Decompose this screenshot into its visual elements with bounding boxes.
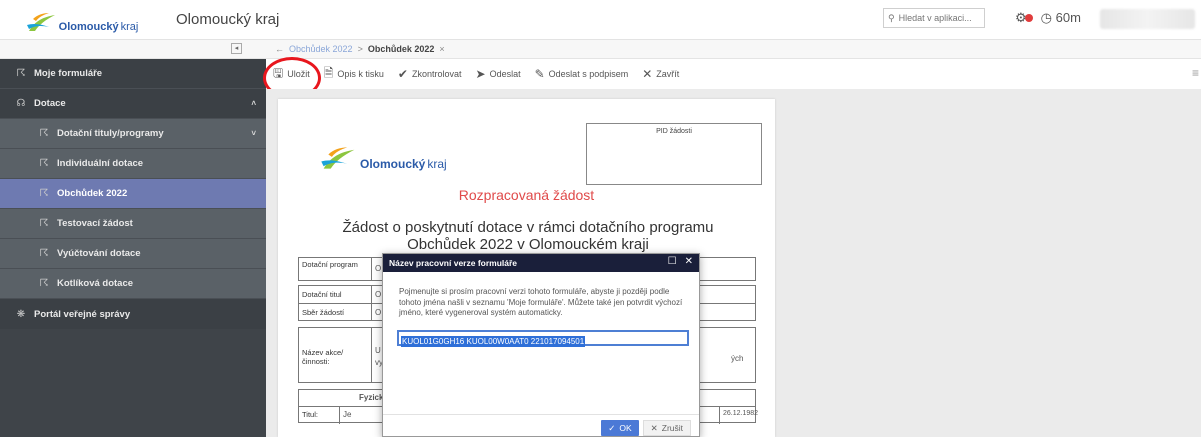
form-title: Žádost o poskytnutí dotace v rámci dotač… xyxy=(342,219,714,253)
breadcrumb-link[interactable]: Obchůdek 2022 xyxy=(289,44,353,54)
user-icon: ☈ xyxy=(39,278,49,289)
app-logo[interactable]: Olomoucký kraj xyxy=(0,0,165,40)
dialog-message: Pojmenujte si prosím pracovní verzi toho… xyxy=(399,287,683,317)
breadcrumb: ← Obchůdek 2022 > Obchůdek 2022 × xyxy=(275,44,445,54)
search-icon: ⚲ xyxy=(888,12,895,23)
status-title: Rozpracovaná žádost xyxy=(458,187,595,203)
dialog-header: Název pracovní verze formuláře ☐ ✕ xyxy=(383,254,699,272)
sidebar-item-moje-formulare[interactable]: ☈ Moje formuláře xyxy=(0,59,266,89)
user-icon: ☈ xyxy=(16,68,26,79)
print-copy-button[interactable]: 🗎 Opis k tisku xyxy=(317,63,391,85)
checkmark-icon: ✓ xyxy=(608,422,616,433)
cancel-button[interactable]: ✕ Zrušit xyxy=(642,420,691,436)
header-icons: ⚙ ◷ 60m xyxy=(1015,10,1081,26)
sidebar: ☈ Moje formuláře ☊ Dotace ˄ ☈ Dotační ti… xyxy=(0,59,266,437)
user-icon: ☈ xyxy=(39,158,49,169)
sidebar-item-obchudek-2022[interactable]: ☈ Obchůdek 2022 xyxy=(0,179,266,209)
chevron-up-icon: ˄ xyxy=(251,99,256,108)
close-icon[interactable]: ✕ xyxy=(685,256,693,267)
top-header: Olomoucký kraj Olomoucký kraj ⚲ ⚙ ◷ 60m xyxy=(0,0,1201,40)
close-icon: ✕ xyxy=(642,67,653,81)
checkmark-icon: ✔ xyxy=(397,67,408,81)
paper-plane-icon: ➤ xyxy=(475,67,486,81)
logo-mark-icon xyxy=(321,147,355,169)
pid-box: PID žádosti xyxy=(586,123,762,185)
notification-bell-icon[interactable]: ⚙ xyxy=(1015,10,1033,26)
user-icon: ☈ xyxy=(39,128,49,139)
breadcrumb-current: Obchůdek 2022 xyxy=(367,44,435,54)
sidebar-item-portal-verejne-spravy[interactable]: ❋ Portál veřejné správy xyxy=(0,299,266,329)
document-logo: Olomoucký kraj xyxy=(320,145,447,171)
sidebar-item-individualni-dotace[interactable]: ☈ Individuální dotace xyxy=(0,149,266,179)
sidebar-item-dotace[interactable]: ☊ Dotace ˄ xyxy=(0,89,266,119)
sidebar-top-strip xyxy=(0,40,165,59)
maximize-icon[interactable]: ☐ xyxy=(668,256,677,267)
version-name-input[interactable]: KUOL01G0GH16 KUOL00W0AAT0 221017094501 xyxy=(397,330,689,347)
send-signed-button[interactable]: ✎ Odeslat s podpisem xyxy=(528,63,636,85)
toolbar: 🖫 Uložit 🗎 Opis k tisku ✔ Zkontrolovat ➤… xyxy=(266,59,1201,89)
notification-badge xyxy=(1024,14,1033,22)
sidebar-item-testovaci-zadost[interactable]: ☈ Testovací žádost xyxy=(0,209,266,239)
logo-text: Olomoucký xyxy=(58,21,119,33)
close-icon: ✕ xyxy=(650,422,658,433)
sidebar-item-kotlikova-dotace[interactable]: ☈ Kotlíková dotace xyxy=(0,269,266,299)
menu-icon[interactable]: ≡ xyxy=(1192,66,1199,80)
close-form-button[interactable]: ✕ Zavřít xyxy=(635,63,686,85)
session-timer: ◷ 60m xyxy=(1040,10,1081,25)
sidebar-item-vyuctovani-dotace[interactable]: ☈ Vyúčtování dotace xyxy=(0,239,266,269)
user-icon: ☈ xyxy=(39,218,49,229)
app-title: Olomoucký kraj xyxy=(176,11,280,28)
clock-icon: ◷ xyxy=(1040,10,1052,25)
user-icon: ☈ xyxy=(39,188,49,199)
close-tab-icon[interactable]: × xyxy=(439,44,444,54)
portal-icon: ❋ xyxy=(16,308,26,320)
check-button[interactable]: ✔ Zkontrolovat xyxy=(391,63,469,85)
ok-button[interactable]: ✓ OK xyxy=(601,420,639,436)
dialog-footer: ✓ OK ✕ Zrušit xyxy=(601,420,691,436)
send-button[interactable]: ➤ Odeslat xyxy=(469,63,528,85)
search-box[interactable]: ⚲ xyxy=(883,8,985,28)
pdf-document-icon: 🗎 xyxy=(323,65,334,80)
search-input[interactable] xyxy=(898,13,979,23)
logo-mark-icon xyxy=(26,13,55,31)
rename-version-dialog: Název pracovní verze formuláře ☐ ✕ Pojme… xyxy=(382,253,700,437)
user-name-blurred[interactable] xyxy=(1100,9,1195,29)
sidebar-item-dotacni-tituly[interactable]: ☈ Dotační tituly/programy ˅ xyxy=(0,119,266,149)
collapse-sidebar-icon[interactable]: ◂ xyxy=(231,43,242,54)
users-icon: ☊ xyxy=(16,98,26,109)
back-arrow-icon[interactable]: ← xyxy=(275,44,284,54)
signature-icon: ✎ xyxy=(534,67,545,81)
breadcrumb-bar: ◂ ← Obchůdek 2022 > Obchůdek 2022 × xyxy=(165,40,1201,59)
user-icon: ☈ xyxy=(39,248,49,259)
logo-subtext: kraj xyxy=(120,21,139,33)
chevron-down-icon: ˅ xyxy=(251,129,256,138)
